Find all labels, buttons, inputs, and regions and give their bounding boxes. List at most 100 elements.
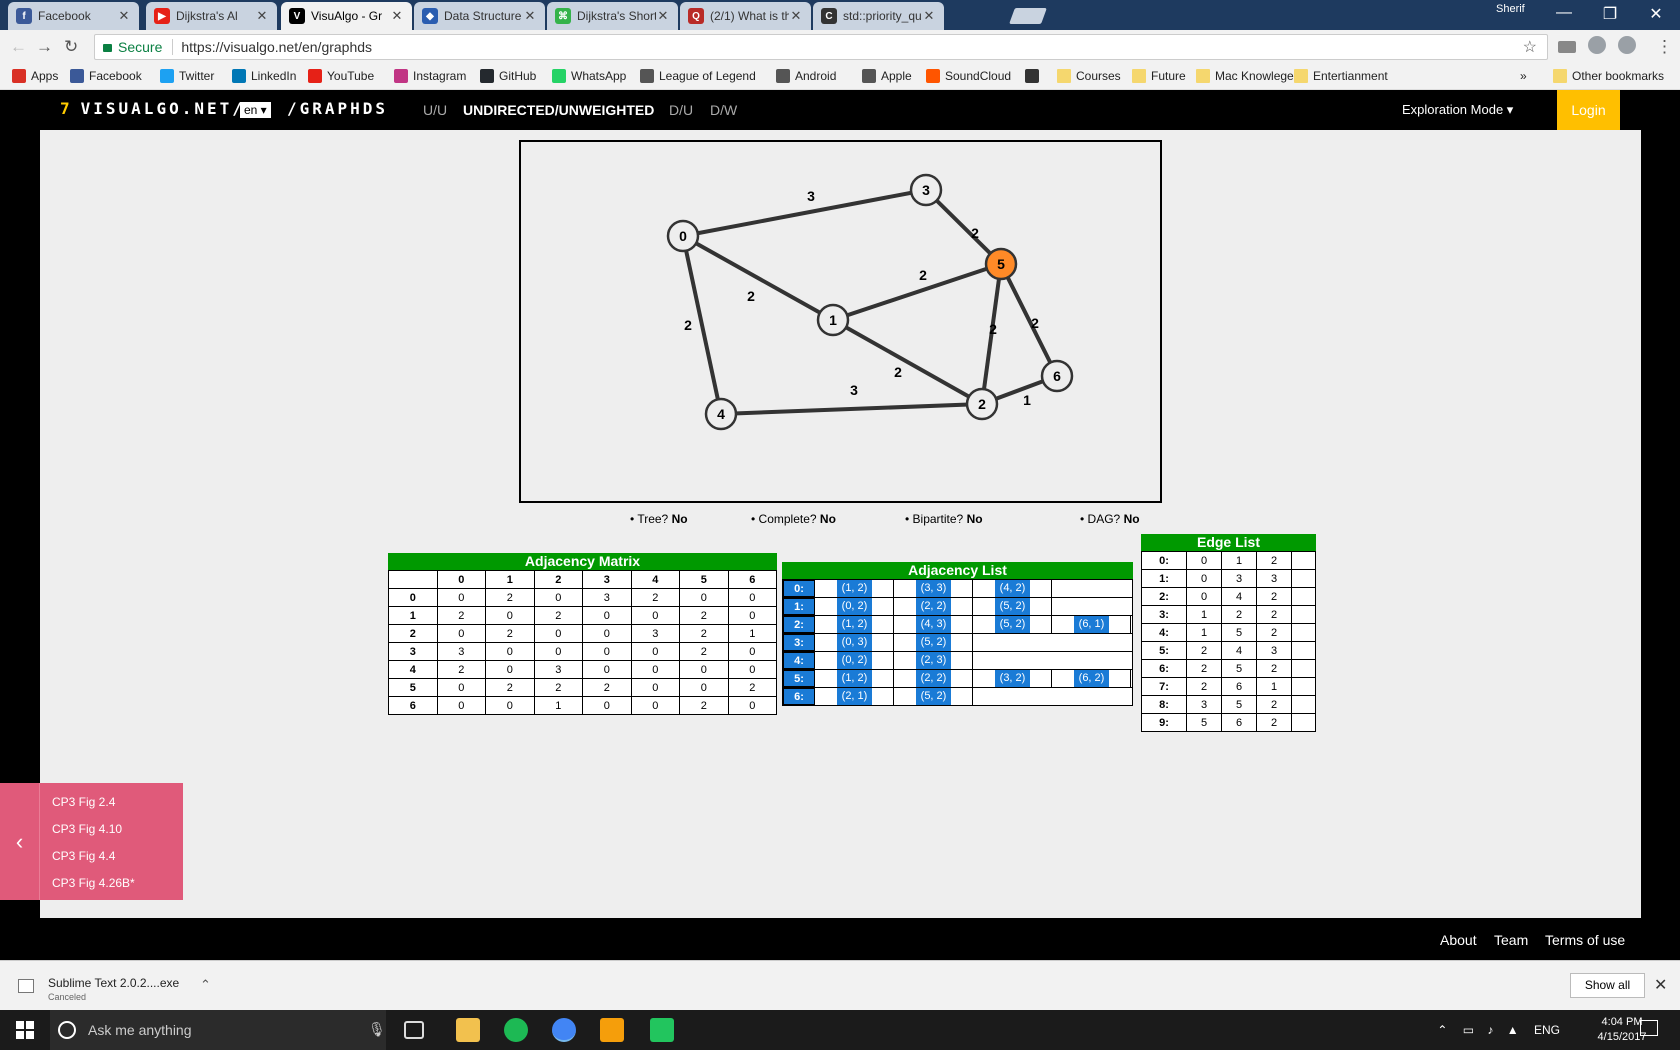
cortana-search-box[interactable]: Ask me anything 🎙 [50, 1010, 386, 1050]
bookmark-item[interactable]: GitHub [480, 69, 536, 83]
exploration-mode-dropdown[interactable]: Exploration Mode ▾ [1402, 102, 1513, 118]
address-bar[interactable]: Secure https://visualgo.net/en/graphds ☆ [94, 34, 1548, 60]
bookmark-label: Apple [881, 69, 912, 83]
minimize-icon[interactable]: — [1544, 4, 1584, 22]
bookmark-item[interactable]: Entertianment [1294, 69, 1388, 83]
reload-icon[interactable]: ↻ [64, 37, 78, 57]
language-select[interactable]: en ▾ [240, 102, 271, 118]
chrome-icon[interactable] [552, 1018, 576, 1042]
browser-tab[interactable]: Q (2/1) What is th ✕ [680, 2, 811, 30]
tab-close-icon[interactable]: ✕ [656, 8, 670, 24]
bookmark-star-icon[interactable]: ☆ [1523, 37, 1537, 57]
tab-close-icon[interactable]: ✕ [117, 8, 131, 24]
graph-edge[interactable] [999, 263, 1059, 377]
tab-title: (2/1) What is th [710, 9, 789, 23]
footer-team-link[interactable]: Team [1494, 932, 1528, 948]
bookmarks-overflow-icon[interactable]: » [1520, 69, 1527, 83]
tray-chevron-icon[interactable]: ⌃ [1437, 1023, 1447, 1037]
bookmark-item[interactable]: Instagram [394, 69, 466, 83]
chevron-up-icon[interactable]: ⌃ [200, 977, 211, 993]
clion-icon[interactable] [650, 1018, 674, 1042]
windows-start-icon[interactable] [16, 1021, 34, 1039]
footer-terms-link[interactable]: Terms of use [1545, 932, 1625, 948]
browser-tab[interactable]: ⌘ Dijkstra's Short ✕ [547, 2, 678, 30]
tab-close-icon[interactable]: ✕ [390, 8, 404, 24]
tab-undirected-unweighted-short[interactable]: U/U [423, 102, 447, 118]
bookmark-item[interactable]: League of Legend [640, 69, 756, 83]
bookmark-item[interactable] [1025, 69, 1044, 83]
matrix-cell: 2 [436, 606, 486, 625]
download-filename[interactable]: Sublime Text 2.0.2....exe [48, 976, 179, 990]
bookmark-item[interactable]: Twitter [160, 69, 214, 83]
tab-close-icon[interactable]: ✕ [922, 8, 936, 24]
folder-icon [1294, 69, 1308, 83]
bookmark-item[interactable]: Android [776, 69, 836, 83]
microphone-icon[interactable]: 🎙 [368, 1021, 386, 1038]
login-button[interactable]: Login [1557, 90, 1620, 130]
bookmark-item[interactable]: WhatsApp [552, 69, 626, 83]
matrix-cell: 3 [533, 660, 583, 679]
language-indicator[interactable]: ENG [1534, 1023, 1560, 1037]
bookmark-item[interactable]: Apple [862, 69, 912, 83]
volume-icon[interactable]: ♪ [1487, 1023, 1493, 1037]
close-icon[interactable]: ✕ [1654, 975, 1667, 995]
sample-cp3-fig-4-26b[interactable]: CP3 Fig 4.26B* [52, 876, 135, 890]
action-center-icon[interactable] [1640, 1020, 1658, 1036]
bookmark-item[interactable]: YouTube [308, 69, 374, 83]
main-area: 23222321220123456 • Tree? No • Complete?… [40, 130, 1641, 918]
drive-icon[interactable]: ▲ [1507, 1023, 1519, 1037]
tab-undirected-unweighted[interactable]: UNDIRECTED/UNWEIGHTED [463, 102, 654, 118]
new-tab-button[interactable] [1009, 8, 1047, 24]
adjacency-list-row: 6: (2, 1) (5, 2) [783, 688, 1132, 706]
forward-icon[interactable]: → [36, 37, 53, 57]
browser-tab[interactable]: ◆ Data Structure ✕ [414, 2, 545, 30]
restore-icon[interactable]: ❐ [1590, 4, 1630, 24]
bookmark-item[interactable]: Future [1132, 69, 1186, 83]
menu-icon[interactable]: ⋮ [1656, 37, 1673, 57]
tab-directed-unweighted[interactable]: D/U [669, 102, 693, 118]
adjacency-list-cell: (5, 2) [894, 634, 973, 651]
bookmark-item[interactable]: Mac Knowlege [1196, 69, 1294, 83]
graph-canvas[interactable]: 2 3 2 2 2 3 2 1 2 2 0 1 2 3 4 5 6 [519, 140, 1162, 503]
sample-cp3-fig-4-10[interactable]: CP3 Fig 4.10 [52, 822, 122, 836]
browser-tab[interactable]: V VisuAlgo - Gr ✕ [281, 2, 412, 30]
tab-close-icon[interactable]: ✕ [523, 8, 537, 24]
footer-about-link[interactable]: About [1440, 932, 1477, 948]
samples-panel: ‹ CP3 Fig 2.4 CP3 Fig 4.10 CP3 Fig 4.4 C… [0, 783, 183, 900]
sample-cp3-fig-4-4[interactable]: CP3 Fig 4.4 [52, 849, 115, 863]
spotify-icon[interactable] [504, 1018, 528, 1042]
graph-edge[interactable] [682, 234, 834, 322]
graph-edge[interactable] [832, 262, 1002, 322]
graph-edge[interactable] [682, 188, 927, 238]
tab-directed-weighted[interactable]: D/W [710, 102, 737, 118]
globe-extension-icon[interactable] [1588, 36, 1606, 54]
bookmark-item[interactable]: Apps [12, 69, 58, 83]
task-view-icon[interactable] [404, 1021, 424, 1039]
tab-title: std::priority_qu [843, 9, 922, 23]
network-icon[interactable]: ▭ [1463, 1023, 1474, 1037]
extension-icon[interactable] [1618, 36, 1636, 54]
adjacency-list-cell: (5, 2) [973, 598, 1052, 615]
sample-cp3-fig-2-4[interactable]: CP3 Fig 2.4 [52, 795, 115, 809]
mail-extension-icon[interactable] [1558, 41, 1576, 53]
samples-toggle-chevron-icon[interactable]: ‹ [0, 783, 40, 900]
back-icon[interactable]: ← [10, 37, 27, 57]
show-all-downloads-button[interactable]: Show all [1570, 973, 1645, 998]
tab-close-icon[interactable]: ✕ [789, 8, 803, 24]
close-window-icon[interactable]: ✕ [1636, 4, 1676, 24]
browser-tab[interactable]: Cstd::priority_qu ✕ [813, 2, 944, 30]
file-explorer-icon[interactable] [456, 1018, 480, 1042]
bookmark-item[interactable]: LinkedIn [232, 69, 296, 83]
secure-indicator[interactable]: Secure [103, 39, 162, 55]
browser-tab[interactable]: f Facebook ✕ [8, 2, 139, 30]
browser-tab[interactable]: ▶ Dijkstra's Al ✕ [146, 2, 277, 30]
sublime-text-icon[interactable] [600, 1018, 624, 1042]
other-bookmarks[interactable]: Other bookmarks [1553, 69, 1664, 83]
profile-name[interactable]: Sherif [1496, 3, 1525, 15]
tab-close-icon[interactable]: ✕ [255, 8, 269, 24]
bookmark-item[interactable]: Facebook [70, 69, 142, 83]
visualgo-logo[interactable]: 7 VISUALGO.NET/ [60, 99, 245, 118]
bookmark-item[interactable]: Courses [1057, 69, 1121, 83]
bookmark-item[interactable]: SoundCloud [926, 69, 1011, 83]
graph-edge[interactable] [720, 402, 983, 416]
